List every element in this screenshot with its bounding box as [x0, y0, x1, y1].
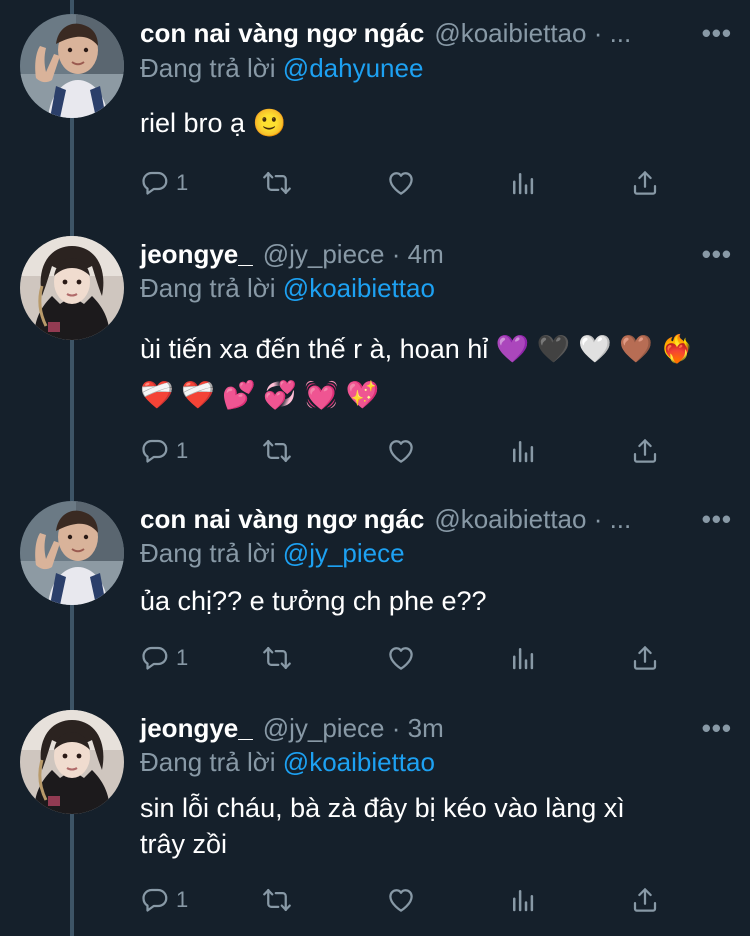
more-options-icon[interactable]: •••: [693, 499, 732, 539]
avatar[interactable]: [20, 710, 124, 814]
reply-prefix: Đang trả lời: [140, 747, 276, 777]
heart-icon: [386, 436, 416, 466]
mention-link[interactable]: @koaibiettao: [283, 747, 435, 777]
heart-icon: [386, 168, 416, 198]
bar-chart-icon: [508, 643, 538, 673]
reply-icon: [140, 643, 170, 673]
analytics-button[interactable]: [508, 163, 538, 203]
like-button[interactable]: [386, 431, 416, 471]
tweet-text-line: trây zồi: [140, 829, 228, 859]
tweet[interactable]: jeongye_ @jy_piece · 4m ••• Đang trả lời…: [0, 232, 750, 492]
tweet[interactable]: jeongye_ @jy_piece · 3m ••• Đang trả lời…: [0, 706, 750, 936]
analytics-button[interactable]: [508, 880, 538, 920]
tweet-header: con nai vàng ngơ ngác @koaibiettao · ...…: [140, 13, 732, 53]
reply-button[interactable]: 1: [140, 431, 188, 471]
reply-prefix: Đang trả lời: [140, 273, 276, 303]
reply-prefix: Đang trả lời: [140, 53, 276, 83]
more-options-icon[interactable]: •••: [693, 234, 732, 274]
like-button[interactable]: [386, 880, 416, 920]
tweet-text: ùi tiến xa đến thế r à, hoan hỉ 💜 🖤 🤍 🤎 …: [140, 326, 730, 418]
tweet[interactable]: con nai vàng ngơ ngác @koaibiettao · ...…: [0, 497, 750, 705]
reply-count: 1: [176, 645, 189, 670]
mention-link[interactable]: @koaibiettao: [283, 273, 435, 303]
reply-button[interactable]: 1: [140, 163, 188, 203]
retweet-button[interactable]: [262, 880, 292, 920]
share-button[interactable]: [630, 638, 660, 678]
display-name[interactable]: con nai vàng ngơ ngác: [140, 13, 424, 53]
retweet-icon: [262, 168, 292, 198]
reply-icon: [140, 436, 170, 466]
tweet-text-line: ❤️‍🩹 ❤️‍🩹 💕 💞 💓 💖: [140, 380, 380, 410]
reply-icon: [140, 168, 170, 198]
bar-chart-icon: [508, 885, 538, 915]
like-button[interactable]: [386, 163, 416, 203]
retweet-button[interactable]: [262, 431, 292, 471]
tweet-text: riel bro ạ 🙂: [140, 105, 730, 141]
handle-and-time[interactable]: @koaibiettao · ...: [434, 13, 631, 53]
retweet-icon: [262, 436, 292, 466]
tweet-actions: 1: [140, 880, 700, 920]
like-button[interactable]: [386, 638, 416, 678]
tweet-actions: 1: [140, 163, 700, 203]
share-icon: [630, 885, 660, 915]
more-options-icon[interactable]: •••: [693, 13, 732, 53]
share-button[interactable]: [630, 431, 660, 471]
tweet-text-line: sin lỗi cháu, bà zà đây bị kéo vào làng …: [140, 793, 625, 823]
tweet-text: sin lỗi cháu, bà zà đây bị kéo vào làng …: [140, 790, 730, 862]
tweet-text-line: ủa chị?? e tưởng ch phe e??: [140, 586, 487, 616]
avatar[interactable]: [20, 501, 124, 605]
retweet-button[interactable]: [262, 163, 292, 203]
analytics-button[interactable]: [508, 638, 538, 678]
reply-count: 1: [176, 438, 189, 463]
retweet-icon: [262, 885, 292, 915]
reply-thread: con nai vàng ngơ ngác @koaibiettao · ...…: [0, 0, 750, 936]
analytics-button[interactable]: [508, 431, 538, 471]
reply-button[interactable]: 1: [140, 638, 188, 678]
tweet-text-line: ùi tiến xa đến thế r à, hoan hỉ 💜 🖤 🤍 🤎 …: [140, 334, 694, 364]
mention-link[interactable]: @dahyunee: [283, 53, 424, 83]
share-icon: [630, 168, 660, 198]
heart-icon: [386, 885, 416, 915]
replying-to: Đang trả lời @koaibiettao: [140, 268, 435, 308]
avatar[interactable]: [20, 14, 124, 118]
share-icon: [630, 436, 660, 466]
tweet-text-line: riel bro ạ 🙂: [140, 108, 287, 138]
handle-and-time[interactable]: @koaibiettao · ...: [434, 499, 631, 539]
tweet-actions: 1: [140, 431, 700, 471]
reply-count: 1: [176, 887, 189, 912]
avatar[interactable]: [20, 236, 124, 340]
reply-prefix: Đang trả lời: [140, 538, 276, 568]
heart-icon: [386, 643, 416, 673]
tweet-actions: 1: [140, 638, 700, 678]
bar-chart-icon: [508, 436, 538, 466]
retweet-button[interactable]: [262, 638, 292, 678]
reply-button[interactable]: 1: [140, 880, 188, 920]
retweet-icon: [262, 643, 292, 673]
share-button[interactable]: [630, 880, 660, 920]
reply-count: 1: [176, 170, 189, 195]
tweet-text: ủa chị?? e tưởng ch phe e??: [140, 583, 730, 619]
share-button[interactable]: [630, 163, 660, 203]
tweet[interactable]: con nai vàng ngơ ngác @koaibiettao · ...…: [0, 0, 750, 230]
bar-chart-icon: [508, 168, 538, 198]
share-icon: [630, 643, 660, 673]
mention-link[interactable]: @jy_piece: [283, 538, 405, 568]
reply-icon: [140, 885, 170, 915]
replying-to: Đang trả lời @dahyunee: [140, 48, 423, 88]
more-options-icon[interactable]: •••: [693, 708, 732, 748]
replying-to: Đang trả lời @jy_piece: [140, 533, 405, 573]
replying-to: Đang trả lời @koaibiettao: [140, 742, 435, 782]
